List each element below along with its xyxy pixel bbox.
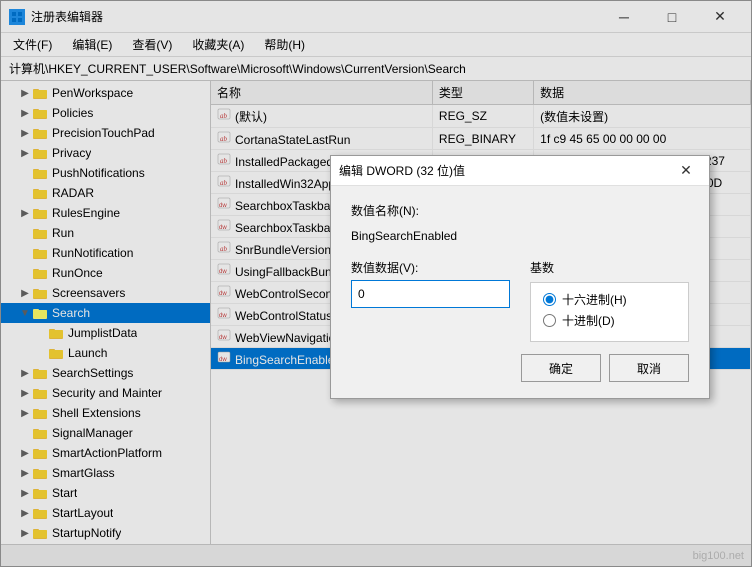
hex-radio-label[interactable]: 十六进制(H) bbox=[543, 291, 676, 308]
dialog-title-bar: 编辑 DWORD (32 位)值 ✕ bbox=[331, 156, 709, 186]
dec-radio[interactable] bbox=[543, 314, 556, 327]
base-radio-group: 十六进制(H) 十进制(D) bbox=[530, 282, 689, 342]
dialog-inputs-row: 数值数据(V): 基数 十六进制(H) 十进制(D) bbox=[351, 259, 689, 342]
watermark: big100.net bbox=[693, 550, 744, 562]
dialog-title: 编辑 DWORD (32 位)值 bbox=[339, 162, 671, 179]
confirm-button[interactable]: 确定 bbox=[521, 354, 601, 382]
hex-radio-text: 十六进制(H) bbox=[562, 291, 627, 308]
cancel-button[interactable]: 取消 bbox=[609, 354, 689, 382]
value-data-col: 数值数据(V): bbox=[351, 259, 510, 342]
value-name-display: BingSearchEnabled bbox=[351, 225, 689, 247]
dialog-close-button[interactable]: ✕ bbox=[671, 158, 701, 184]
base-label: 基数 bbox=[530, 259, 689, 276]
dialog-body: 数值名称(N): BingSearchEnabled 数值数据(V): 基数 十… bbox=[331, 186, 709, 398]
base-col: 基数 十六进制(H) 十进制(D) bbox=[530, 259, 689, 342]
dialog-buttons: 确定 取消 bbox=[351, 354, 689, 382]
hex-radio[interactable] bbox=[543, 293, 556, 306]
edit-dword-dialog: 编辑 DWORD (32 位)值 ✕ 数值名称(N): BingSearchEn… bbox=[330, 155, 710, 399]
dec-radio-label[interactable]: 十进制(D) bbox=[543, 312, 676, 329]
value-data-input[interactable] bbox=[351, 280, 510, 308]
value-name-label: 数值名称(N): bbox=[351, 202, 689, 219]
dec-radio-text: 十进制(D) bbox=[562, 312, 615, 329]
value-data-label: 数值数据(V): bbox=[351, 259, 510, 276]
dialog-overlay: 编辑 DWORD (32 位)值 ✕ 数值名称(N): BingSearchEn… bbox=[0, 0, 752, 567]
